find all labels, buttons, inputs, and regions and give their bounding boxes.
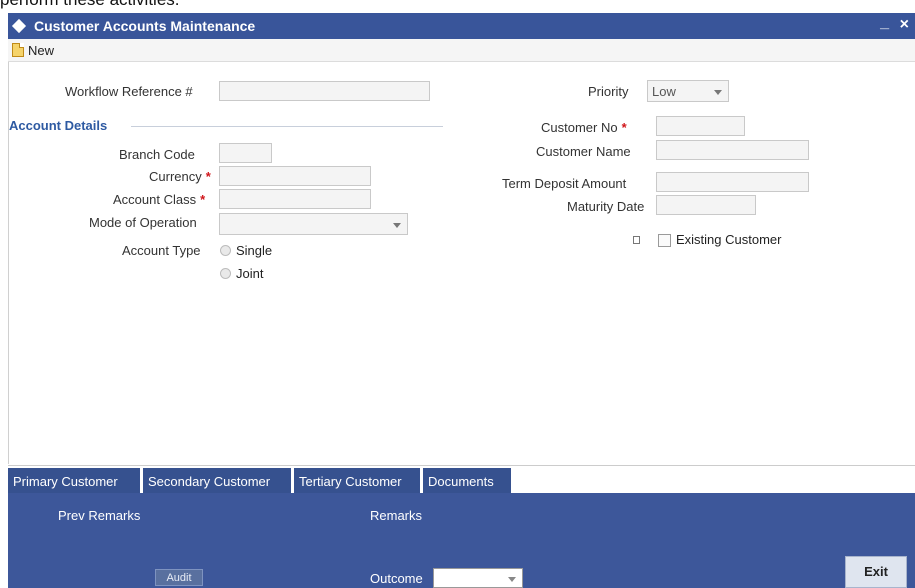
window-titlebar: Customer Accounts Maintenance _ ×	[8, 13, 915, 39]
tab-documents[interactable]: Documents	[423, 468, 511, 494]
chevron-down-icon	[714, 90, 722, 95]
minimize-button[interactable]: _	[880, 14, 889, 32]
term-deposit-amount-label: Term Deposit Amount	[502, 176, 627, 191]
fieldset-divider	[131, 126, 443, 127]
account-class-input[interactable]	[219, 189, 371, 209]
radio-dot-icon	[220, 268, 231, 279]
priority-selected-value: Low	[652, 84, 676, 99]
small-box-icon	[633, 236, 640, 244]
outcome-label: Outcome	[370, 571, 423, 586]
branch-code-input[interactable]	[219, 143, 272, 163]
branch-code-label: Branch Code	[119, 147, 195, 162]
currency-label-text: Currency	[149, 169, 202, 184]
tab-bar: Primary Customer Secondary Customer Tert…	[8, 465, 915, 494]
customer-name-input[interactable]	[656, 140, 809, 160]
footer-panel: Prev Remarks Remarks Audit Outcome	[8, 493, 915, 588]
mode-of-operation-label: Mode of Operation	[89, 215, 197, 230]
toolbar: New	[8, 39, 915, 62]
radio-single[interactable]: Single	[220, 243, 272, 258]
existing-customer-label: Existing Customer	[676, 232, 782, 247]
account-type-label: Account Type	[122, 243, 201, 258]
customer-no-label-text: Customer No	[541, 120, 618, 135]
customer-no-input[interactable]	[656, 116, 745, 136]
new-document-icon	[12, 43, 24, 57]
tab-primary-customer[interactable]: Primary Customer	[8, 468, 140, 494]
maturity-date-input[interactable]	[656, 195, 756, 215]
priority-label: Priority	[588, 84, 629, 99]
chevron-down-icon	[393, 223, 401, 228]
customer-name-label: Customer Name	[536, 144, 631, 159]
required-mark: *	[621, 120, 627, 135]
currency-input[interactable]	[219, 166, 371, 186]
exit-button[interactable]: Exit	[845, 556, 907, 588]
radio-joint[interactable]: Joint	[220, 266, 263, 281]
audit-button[interactable]: Audit	[155, 569, 203, 586]
outcome-select[interactable]	[433, 568, 523, 588]
new-button[interactable]: New	[12, 42, 54, 58]
cut-off-heading-text: perform these activities.	[0, 0, 180, 10]
currency-label: Currency *	[149, 169, 211, 184]
window-title: Customer Accounts Maintenance	[34, 18, 256, 34]
mode-of-operation-select[interactable]	[219, 213, 408, 235]
form-content: Workflow Reference # Priority Low Accoun…	[8, 62, 915, 464]
account-details-heading: Account Details	[9, 118, 108, 133]
priority-select[interactable]: Low	[647, 80, 729, 102]
account-class-label: Account Class *	[113, 192, 205, 207]
account-class-label-text: Account Class	[113, 192, 197, 207]
term-deposit-amount-input[interactable]	[656, 172, 809, 192]
radio-single-label: Single	[236, 243, 273, 258]
remarks-label: Remarks	[370, 508, 423, 523]
radio-joint-label: Joint	[236, 266, 264, 281]
workflow-reference-label: Workflow Reference #	[65, 84, 193, 99]
close-button[interactable]: ×	[900, 16, 909, 34]
diamond-icon	[11, 18, 27, 34]
required-mark: *	[200, 192, 206, 207]
prev-remarks-label: Prev Remarks	[58, 508, 141, 523]
new-button-label: New	[28, 42, 55, 58]
chevron-down-icon	[508, 577, 516, 582]
radio-dot-icon	[220, 245, 231, 256]
maturity-date-label: Maturity Date	[567, 199, 645, 214]
workflow-reference-input[interactable]	[219, 81, 430, 101]
tab-tertiary-customer[interactable]: Tertiary Customer	[294, 468, 420, 494]
customer-no-label: Customer No *	[541, 120, 627, 135]
existing-customer-checkbox[interactable]	[658, 234, 671, 247]
tab-secondary-customer[interactable]: Secondary Customer	[143, 468, 291, 494]
required-mark: *	[205, 169, 211, 184]
